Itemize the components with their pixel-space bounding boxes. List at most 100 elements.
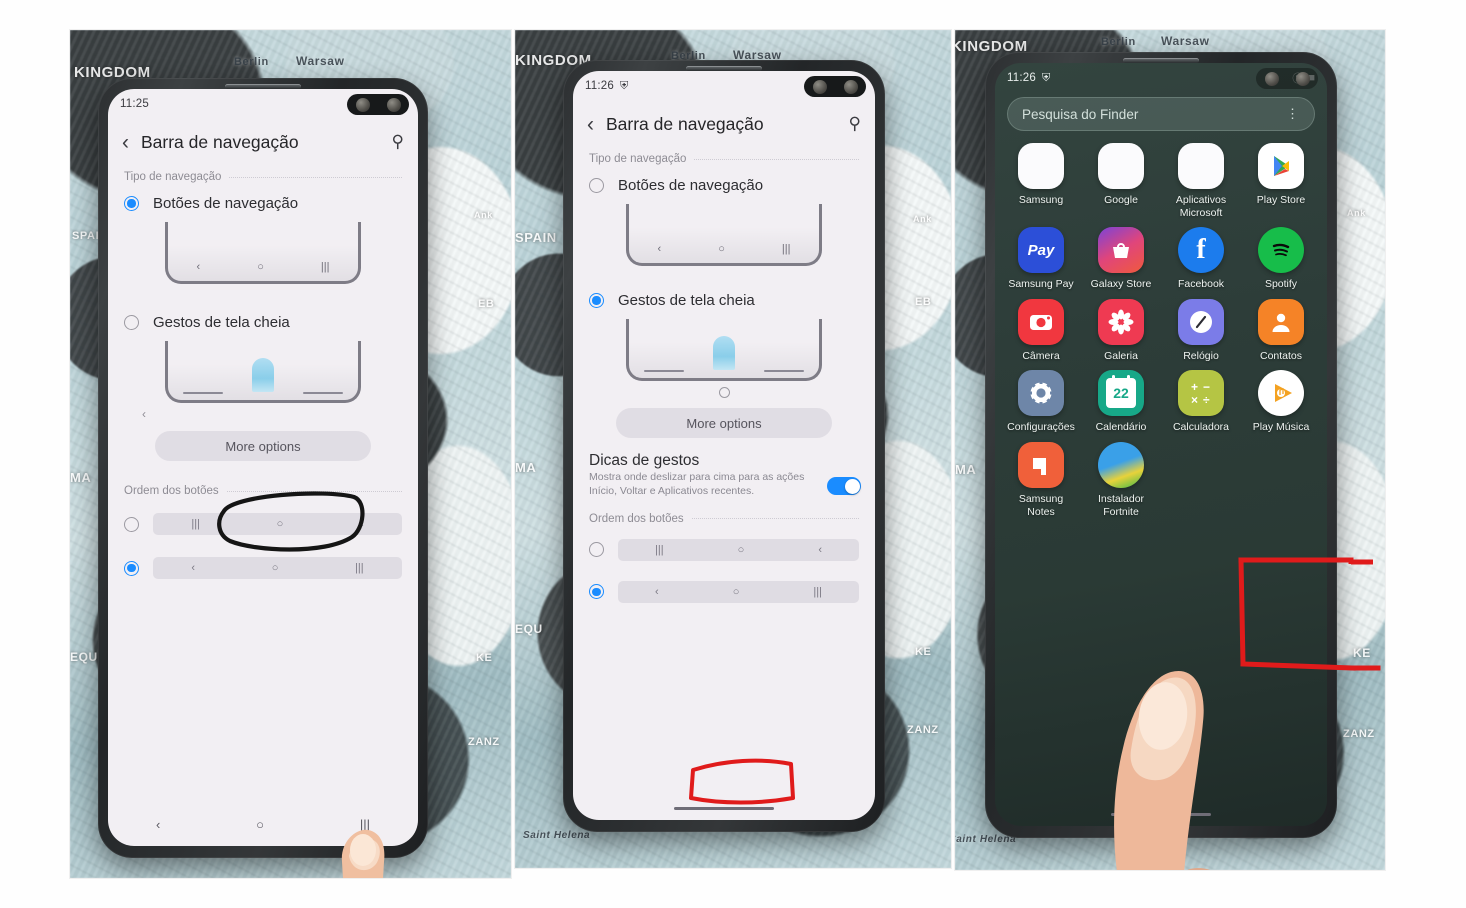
app-item-galaxy-store[interactable]: Galaxy Store: [1081, 227, 1161, 291]
order-pill-1: ||| ○ ‹: [153, 513, 402, 535]
app-item-calendar[interactable]: 22 Calendário: [1081, 370, 1161, 434]
gesture-tips-description: Mostra onde deslizar para cima para as a…: [589, 471, 805, 497]
app-item-google-folder[interactable]: Google: [1081, 143, 1161, 219]
svg-text:−: −: [1203, 380, 1210, 394]
radio-navigation-buttons[interactable]: [589, 178, 604, 193]
app-item-play-music[interactable]: Play Música: [1241, 370, 1321, 434]
gesture-preview-2: [626, 319, 822, 381]
gesture-hint-bar-left: [182, 391, 223, 394]
back-button[interactable]: ‹: [587, 114, 594, 135]
app-item-spotify[interactable]: Spotify: [1241, 227, 1321, 291]
order-glyph-back: ‹: [359, 518, 364, 530]
section-divider: [226, 490, 402, 492]
nav-home-button[interactable]: ○: [256, 817, 264, 832]
gear-icon: [1018, 370, 1064, 417]
section-divider: [694, 158, 859, 160]
order-row-1[interactable]: ||| ○ ‹: [108, 499, 418, 535]
shield-icon: ⛨: [619, 79, 629, 92]
app-item-play-store[interactable]: Play Store: [1241, 143, 1321, 219]
gesture-tips-toggle[interactable]: [827, 477, 861, 495]
section-divider: [229, 176, 402, 178]
overflow-menu-icon[interactable]: ⋮: [1286, 107, 1300, 120]
app-item-clock[interactable]: Relógio: [1161, 298, 1241, 363]
app-item-camera[interactable]: Câmera: [1001, 298, 1081, 363]
option-navigation-buttons-2[interactable]: Botões de navegação: [573, 167, 875, 196]
app-item-settings[interactable]: Configurações: [1001, 370, 1081, 434]
option-navigation-buttons[interactable]: Botões de navegação: [108, 185, 418, 214]
app-item-empty-2: [1241, 442, 1321, 518]
app-label: Play Store: [1256, 194, 1306, 206]
radio-order-option-2[interactable]: [589, 584, 604, 600]
radio-fullscreen-gestures[interactable]: [124, 315, 139, 330]
more-options-button-2[interactable]: More options: [616, 408, 832, 438]
radio-order-option-1[interactable]: [124, 516, 139, 532]
radio-order-option-2[interactable]: [124, 560, 139, 576]
app-item-facebook[interactable]: f Facebook: [1161, 227, 1241, 291]
app-label: Spotify: [1264, 278, 1298, 291]
order-pill-2: ‹ ○ |||: [618, 580, 859, 603]
order-row-2[interactable]: ‹ ○ |||: [573, 561, 875, 603]
galaxy-store-icon: [1098, 227, 1144, 274]
option-fullscreen-gestures[interactable]: Gestos de tela cheia: [108, 286, 418, 333]
radio-order-option-1[interactable]: [589, 542, 604, 558]
order-row-2[interactable]: ‹ ○ |||: [108, 535, 418, 579]
order-row-1[interactable]: ||| ○ ‹: [573, 527, 875, 561]
samsung-notes-icon: [1018, 441, 1064, 488]
system-gesture-bar-3[interactable]: [1111, 813, 1211, 816]
app-label: Play Música: [1252, 421, 1310, 434]
radio-navigation-buttons[interactable]: [124, 196, 139, 211]
phone-device-1: 11:25 Ⓢ ■ ‹ Barra de navegação ⚲ Tipo de…: [98, 78, 428, 858]
section-header-button-order-2: Ordem dos botões: [573, 499, 875, 527]
nav-recents-button[interactable]: |||: [360, 817, 370, 832]
gesture-hint-bar-right: [764, 369, 805, 372]
shield-icon: ⛨: [1041, 71, 1051, 84]
app-item-samsung-pay[interactable]: Pay Samsung Pay: [1001, 227, 1081, 291]
nav-buttons-preview-1: ‹ ○ |||: [165, 222, 361, 284]
order-glyph-home: ○: [737, 543, 745, 556]
gesture-preview-1: [165, 341, 361, 403]
search-icon[interactable]: ⚲: [392, 132, 404, 152]
phone-screen-3: 11:26 ⛨ Ⓢ ■ Pesquisa do Finder ⋮: [995, 63, 1327, 826]
calendar-icon: 22: [1098, 370, 1144, 417]
app-item-contacts[interactable]: Contatos: [1241, 298, 1321, 363]
gesture-tips-row[interactable]: Mostra onde deslizar para cima para as a…: [573, 470, 875, 499]
app-label: Aplicativos Microsoft: [1175, 194, 1227, 219]
phone-device-2: 11:26 ⛨ Ⓢ ■ ‹ Barra de navegação ⚲ Tipo …: [563, 60, 885, 832]
app-item-gallery[interactable]: Galeria: [1081, 298, 1161, 363]
app-item-fortnite-installer[interactable]: Instalador Fortnite: [1081, 441, 1161, 518]
back-button[interactable]: ‹: [122, 132, 129, 153]
nav-back-button[interactable]: ‹: [156, 817, 160, 832]
option-label: Gestos de tela cheia: [618, 292, 755, 309]
page-title: Barra de navegação: [606, 113, 764, 134]
finder-search-bar[interactable]: Pesquisa do Finder ⋮: [1007, 97, 1315, 131]
fortnite-installer-icon: [1098, 441, 1144, 488]
phone-screen-2: 11:26 ⛨ Ⓢ ■ ‹ Barra de navegação ⚲ Tipo …: [573, 71, 875, 820]
more-options-button-1[interactable]: More options: [155, 431, 371, 461]
tutorial-panel-1: KINGDOM Berlin Warsaw Ank EB SPAIN MA EQ…: [70, 30, 511, 878]
app-label: Instalador Fortnite: [1097, 492, 1145, 518]
section-header-navigation-type-2: Tipo de navegação: [573, 147, 875, 167]
app-item-samsung-notes[interactable]: Samsung Notes: [1001, 441, 1081, 518]
radio-fullscreen-gestures[interactable]: [589, 293, 604, 308]
option-fullscreen-gestures-2[interactable]: Gestos de tela cheia: [573, 268, 875, 311]
app-item-samsung-folder[interactable]: Samsung: [1001, 143, 1081, 219]
preview-recents-glyph: |||: [781, 243, 791, 255]
gesture-tips-title: Dicas de gestos: [589, 452, 700, 469]
app-item-calculator[interactable]: + − × ÷ Calculadora: [1161, 370, 1241, 434]
search-icon[interactable]: ⚲: [849, 114, 861, 134]
option-label: Botões de navegação: [153, 195, 299, 212]
order-glyph-back: ‹: [818, 543, 822, 556]
section-label: Tipo de navegação: [589, 153, 687, 165]
app-item-microsoft-folder[interactable]: Aplicativos Microsoft: [1161, 143, 1241, 219]
app-label: Galaxy Store: [1090, 278, 1152, 291]
camera-punch-hole-3: [1256, 68, 1318, 89]
system-gesture-bar-2[interactable]: [674, 807, 774, 810]
section-header-navigation-type: Tipo de navegação: [108, 165, 418, 185]
system-navigation-bar-1[interactable]: ‹ ○ |||: [108, 808, 418, 840]
order-glyph-recents: |||: [813, 585, 822, 598]
status-clock: 11:26: [585, 80, 614, 92]
gesture-swipe-indicator: [712, 336, 735, 370]
calculator-icon: + − × ÷: [1178, 370, 1224, 417]
play-store-icon: [1258, 143, 1304, 189]
phone-device-3: 11:26 ⛨ Ⓢ ■ Pesquisa do Finder ⋮: [985, 52, 1337, 838]
